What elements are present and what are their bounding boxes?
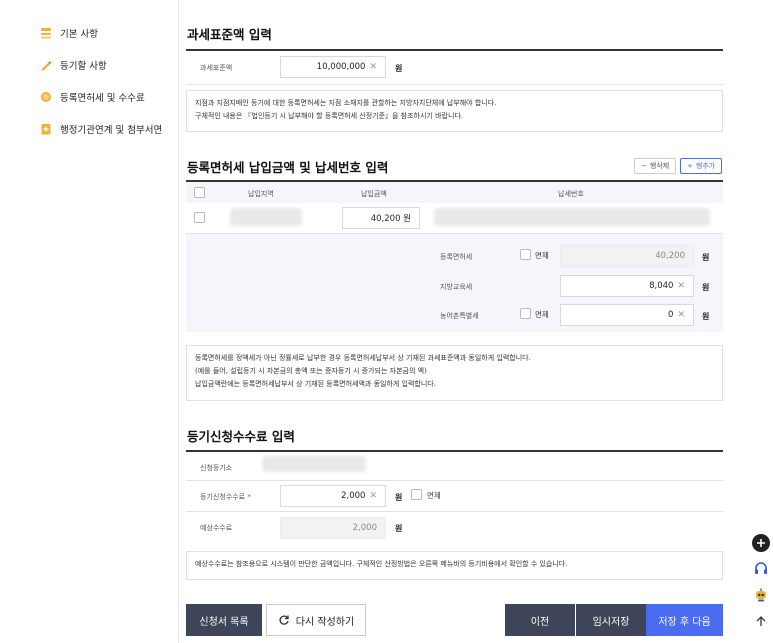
- fee-label: 등기신청수수료 *: [200, 492, 251, 502]
- registry-office-value: [262, 456, 366, 472]
- sidebar-item-tax-fee[interactable]: 등록면허세 및 수수료: [40, 90, 145, 104]
- payment-amount-value: 40,200 원: [370, 214, 411, 224]
- divider: [186, 480, 723, 481]
- divider: [186, 49, 723, 51]
- tax-base-notice: 지점과 지점지배인 등기에 대한 등록면허세는 지점 소재지를 관할하는 지방자…: [186, 90, 723, 132]
- delete-row-label: 행삭제: [649, 162, 670, 170]
- section-title-fee: 등기신청수수료 입력: [187, 429, 295, 444]
- select-all-checkbox[interactable]: [194, 187, 205, 198]
- notice-line: 구체적인 내용은 『법인등기 시 납부해야 할 등록면허세 산정기준』을 참조하…: [195, 112, 464, 120]
- column-header: 납입지역: [248, 190, 274, 198]
- education-tax-input[interactable]: 8,040 ✕: [560, 275, 694, 297]
- detail-unit: 원: [702, 253, 710, 262]
- pencil-icon: [41, 61, 52, 71]
- expected-fee-input: 2,000: [280, 517, 386, 539]
- expected-fee-label: 예상수수료: [200, 524, 233, 532]
- rural-tax-value: 0: [668, 310, 674, 320]
- sidebar-item-attachments[interactable]: 행정기관연계 및 첨부서면: [40, 122, 162, 136]
- sidebar-item-basic[interactable]: 기본 사항: [40, 26, 98, 40]
- sidebar-item-register-matters[interactable]: 등기할 사항: [40, 58, 107, 72]
- detail-label: 지방교육세: [440, 283, 473, 291]
- close-icon[interactable]: ✕: [369, 62, 377, 72]
- sidebar-item-label: 기본 사항: [60, 29, 98, 40]
- divider: [186, 84, 723, 85]
- rewrite-button[interactable]: 다시 작성하기: [266, 604, 366, 636]
- plus-icon: +: [687, 162, 693, 170]
- detail-unit: 원: [702, 312, 710, 321]
- fee-exempt-label: 면제: [427, 491, 441, 500]
- sidebar-item-label: 등기할 사항: [60, 61, 107, 72]
- document-plus-icon: [41, 124, 51, 135]
- button-label: 임시저장: [592, 616, 630, 628]
- fee-unit: 원: [395, 493, 403, 502]
- close-icon[interactable]: ✕: [677, 281, 685, 291]
- fee-notice: 예상수수료는 참조용으로 시스템이 판단한 금액입니다. 구체적인 산정방법은 …: [186, 551, 723, 580]
- tax-base-input[interactable]: 10,000,000 ✕: [280, 56, 386, 78]
- exempt-label: 면제: [535, 251, 549, 260]
- section-title-reg-tax: 등록면허세 납입금액 및 납세번호 입력: [187, 160, 389, 175]
- temp-save-button[interactable]: 임시저장: [576, 604, 646, 636]
- row-checkbox[interactable]: [194, 212, 205, 223]
- exempt-label: 면제: [535, 310, 549, 319]
- save-next-button[interactable]: 저장 후 다음: [646, 604, 723, 636]
- close-icon[interactable]: ✕: [369, 491, 377, 501]
- detail-label: 농어촌특별세: [440, 312, 479, 320]
- required-mark: *: [247, 493, 251, 501]
- tax-number-input[interactable]: [434, 208, 710, 226]
- fee-label-text: 등기신청수수료: [200, 493, 246, 501]
- rural-tax-input[interactable]: 0 ✕: [560, 304, 694, 326]
- page: 기본 사항 등기할 사항 등록면허세 및 수수료 행정기관연계 및 첨부서면 과…: [0, 0, 773, 643]
- close-icon[interactable]: ✕: [677, 310, 685, 320]
- minus-icon: −: [641, 162, 647, 170]
- office-label: 신청등기소: [200, 464, 233, 472]
- robot-icon[interactable]: [752, 586, 770, 604]
- button-label: 저장 후 다음: [658, 616, 711, 628]
- education-tax-value: 8,040: [649, 281, 674, 291]
- detail-unit: 원: [702, 283, 710, 292]
- fee-input[interactable]: 2,000 ✕: [280, 485, 386, 507]
- fee-exempt-checkbox[interactable]: [411, 489, 422, 500]
- tax-base-label: 과세표준액: [200, 64, 233, 72]
- button-label: 이전: [530, 616, 550, 628]
- notice-line: 예상수수료는 참조용으로 시스템이 판단한 금액입니다. 구체적인 산정방법은 …: [195, 560, 568, 568]
- exempt-checkbox[interactable]: [520, 249, 531, 260]
- registration-tax-value: 40,200: [655, 251, 685, 261]
- refresh-icon: [279, 615, 289, 625]
- notice-line: 등록면허세를 정액세가 아닌 정률세로 납부한 경우 등록면허세납부서 상 기재…: [195, 354, 531, 362]
- divider: [186, 450, 723, 452]
- column-header: 납입금액: [361, 190, 387, 198]
- detail-label: 등록면허세: [440, 253, 473, 261]
- section-title-tax-base: 과세표준액 입력: [187, 27, 272, 42]
- headset-icon[interactable]: [752, 560, 770, 578]
- notice-line: (예를 들어, 설립등기 시 자본금의 총액 또는 증자등기 시 증가되는 자본…: [195, 367, 427, 375]
- plus-circle-icon[interactable]: [752, 534, 770, 552]
- sidebar: 기본 사항 등기할 사항 등록면허세 및 수수료 행정기관연계 및 첨부서면: [0, 0, 179, 643]
- expected-fee-value: 2,000: [352, 523, 377, 533]
- add-row-label: 행추가: [695, 162, 716, 170]
- list-icon: [41, 28, 51, 39]
- add-row-button[interactable]: + 행추가: [680, 158, 723, 174]
- coin-icon: [41, 92, 51, 102]
- notice-line: 납입금액란에는 등록면허세납부서 상 기재된 등록면허세액과 동일하게 입력합니…: [195, 380, 436, 388]
- column-header: 납세번호: [558, 190, 584, 198]
- notice-line: 지점과 지점지배인 등기에 대한 등록면허세는 지점 소재지를 관할하는 지방자…: [195, 99, 497, 107]
- sidebar-item-label: 행정기관연계 및 첨부서면: [60, 125, 163, 136]
- sidebar-item-label: 등록면허세 및 수수료: [60, 93, 145, 104]
- divider: [186, 511, 723, 512]
- application-list-button[interactable]: 신청서 목록: [186, 604, 262, 636]
- expected-fee-unit: 원: [395, 524, 403, 533]
- button-label: 신청서 목록: [199, 616, 249, 628]
- previous-button[interactable]: 이전: [505, 604, 575, 636]
- delete-row-button[interactable]: − 행삭제: [634, 158, 677, 174]
- payment-amount-input[interactable]: 40,200 원: [342, 207, 420, 229]
- button-label: 다시 작성하기: [295, 616, 355, 628]
- exempt-checkbox[interactable]: [520, 308, 531, 319]
- tax-base-unit: 원: [395, 64, 403, 73]
- fee-value: 2,000: [341, 491, 366, 501]
- arrow-up-icon[interactable]: [752, 612, 770, 630]
- reg-tax-notice: 등록면허세를 정액세가 아닌 정률세로 납부한 경우 등록면허세납부서 상 기재…: [186, 345, 723, 401]
- registration-tax-input: 40,200: [560, 245, 694, 267]
- tax-base-value: 10,000,000: [316, 62, 366, 72]
- region-select[interactable]: [230, 208, 302, 226]
